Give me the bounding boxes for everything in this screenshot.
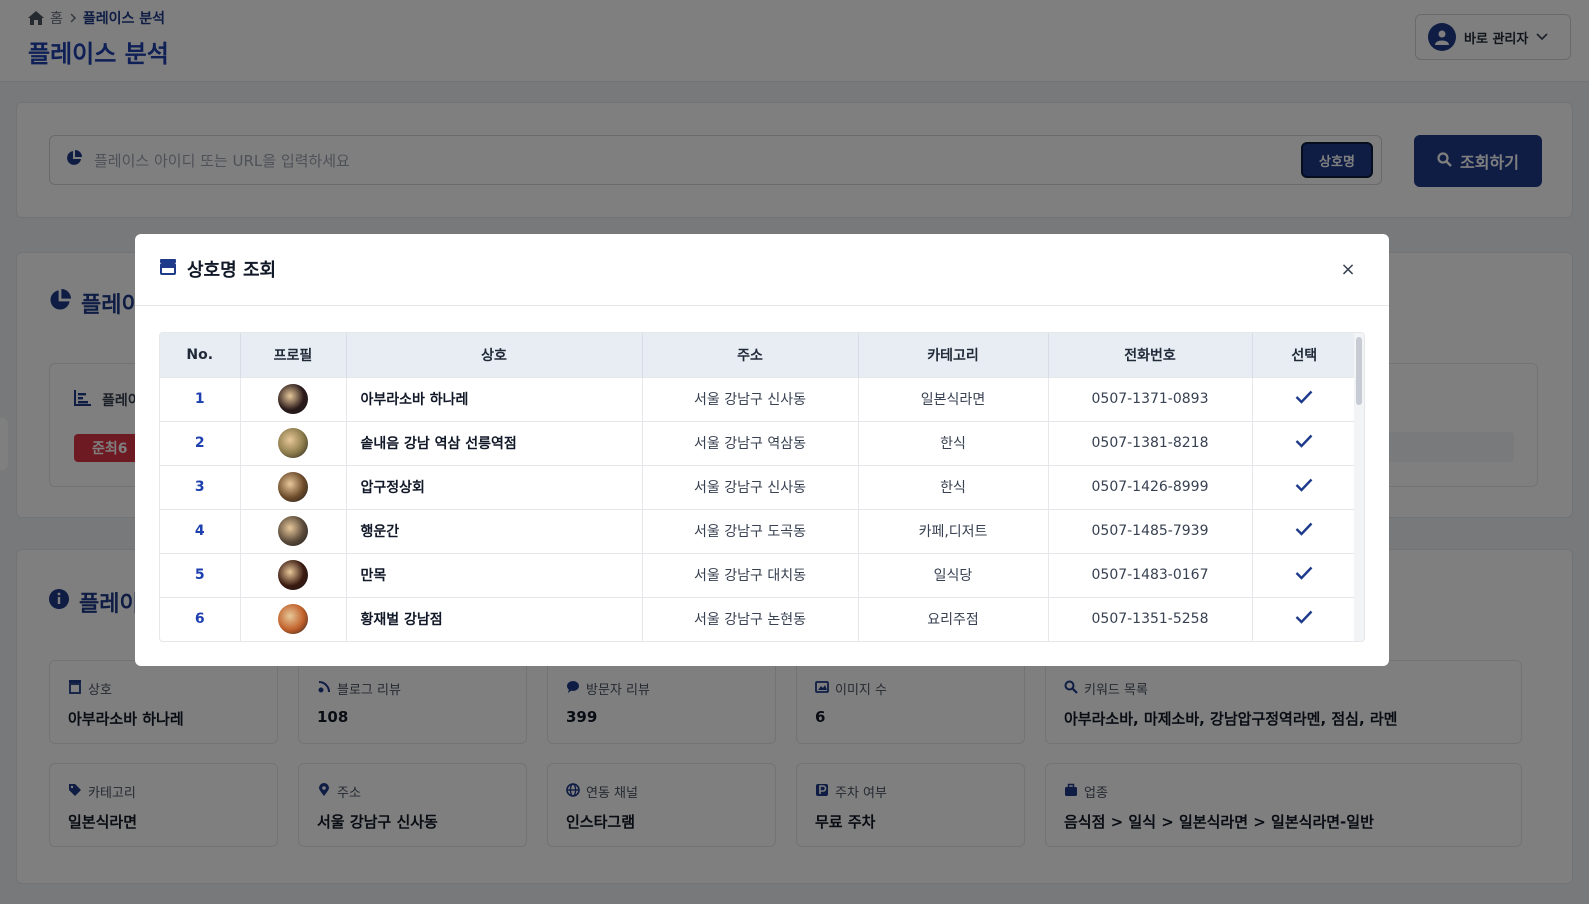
profile-thumbnail (278, 516, 308, 546)
select-cell (1252, 509, 1356, 553)
business-category: 일본식라면 (858, 377, 1049, 421)
check-icon[interactable] (1295, 434, 1313, 452)
table-body: 1 아부라소바 하나레 서울 강남구 신사동 일본식라면 0507-1371-0893 2… (160, 377, 1356, 641)
row-number: 4 (160, 509, 241, 553)
select-cell (1252, 377, 1356, 421)
table-row[interactable]: 6 황재벌 강남점 서울 강남구 논현동 요리주점 0507-1351-5258 (160, 597, 1356, 641)
row-number: 5 (160, 553, 241, 597)
store-icon (159, 258, 177, 280)
profile-thumbnail (278, 472, 308, 502)
select-cell (1252, 597, 1356, 641)
select-cell (1252, 421, 1356, 465)
col-header-phone: 전화번호 (1048, 333, 1253, 377)
table-row[interactable]: 1 아부라소바 하나레 서울 강남구 신사동 일본식라면 0507-1371-0893 (160, 377, 1356, 421)
col-header-no: No. (160, 333, 241, 377)
table-row[interactable]: 5 만목 서울 강남구 대치동 일식당 0507-1483-0167 (160, 553, 1356, 597)
business-search-modal: 상호명 조회 × No. 프로필 상호 주소 카테고리 전화번호 선택 1 아부라… (135, 234, 1389, 666)
business-category: 요리주점 (858, 597, 1049, 641)
profile-cell (240, 509, 347, 553)
business-address: 서울 강남구 논현동 (642, 597, 859, 641)
business-address: 서울 강남구 대치동 (642, 553, 859, 597)
business-name: 압구정상회 (346, 465, 643, 509)
profile-thumbnail (278, 384, 308, 414)
business-phone: 0507-1371-0893 (1048, 377, 1253, 421)
check-icon[interactable] (1295, 566, 1313, 584)
business-category: 한식 (858, 421, 1049, 465)
business-address: 서울 강남구 도곡동 (642, 509, 859, 553)
close-icon[interactable]: × (1337, 258, 1359, 280)
col-header-select: 선택 (1291, 347, 1318, 364)
modal-header: 상호명 조회 × (135, 234, 1389, 306)
check-icon[interactable] (1295, 522, 1313, 540)
select-cell (1252, 553, 1356, 597)
business-category: 한식 (858, 465, 1049, 509)
check-icon[interactable] (1295, 478, 1313, 496)
business-name: 솥내음 강남 역삼 선릉역점 (346, 421, 643, 465)
col-header-category: 카테고리 (858, 333, 1049, 377)
profile-cell (240, 377, 347, 421)
profile-thumbnail (278, 604, 308, 635)
scrollbar-thumb[interactable] (1356, 337, 1362, 405)
col-header-profile: 프로필 (240, 333, 347, 377)
table-header-row: No. 프로필 상호 주소 카테고리 전화번호 선택 (160, 333, 1356, 377)
business-name: 황재벌 강남점 (346, 597, 643, 641)
business-phone: 0507-1485-7939 (1048, 509, 1253, 553)
profile-cell (240, 421, 347, 465)
table-scrollbar[interactable] (1354, 333, 1364, 641)
check-icon[interactable] (1295, 610, 1313, 628)
business-category: 카페,디저트 (858, 509, 1049, 553)
business-name: 행운간 (346, 509, 643, 553)
business-phone: 0507-1351-5258 (1048, 597, 1253, 641)
select-cell (1252, 465, 1356, 509)
business-phone: 0507-1483-0167 (1048, 553, 1253, 597)
business-name: 만목 (346, 553, 643, 597)
modal-title-text: 상호명 조회 (187, 260, 277, 281)
results-table-container[interactable]: No. 프로필 상호 주소 카테고리 전화번호 선택 1 아부라소바 하나레 서울 … (159, 332, 1365, 642)
check-icon[interactable] (1295, 390, 1313, 408)
profile-cell (240, 553, 347, 597)
row-number: 2 (160, 421, 241, 465)
row-number: 6 (160, 597, 241, 641)
business-category: 일식당 (858, 553, 1049, 597)
business-phone: 0507-1426-8999 (1048, 465, 1253, 509)
business-address: 서울 강남구 역삼동 (642, 421, 859, 465)
col-header-address: 주소 (642, 333, 859, 377)
business-phone: 0507-1381-8218 (1048, 421, 1253, 465)
modal-title: 상호명 조회 (159, 256, 276, 282)
business-address: 서울 강남구 신사동 (642, 377, 859, 421)
col-header-name: 상호 (346, 333, 643, 377)
business-address: 서울 강남구 신사동 (642, 465, 859, 509)
results-table: No. 프로필 상호 주소 카테고리 전화번호 선택 1 아부라소바 하나레 서울 … (160, 333, 1356, 641)
profile-thumbnail (278, 428, 308, 458)
profile-thumbnail (278, 560, 308, 590)
business-name: 아부라소바 하나레 (346, 377, 643, 421)
profile-cell (240, 465, 347, 509)
table-row[interactable]: 4 행운간 서울 강남구 도곡동 카페,디저트 0507-1485-7939 (160, 509, 1356, 553)
row-number: 3 (160, 465, 241, 509)
table-row[interactable]: 3 압구정상회 서울 강남구 신사동 한식 0507-1426-8999 (160, 465, 1356, 509)
table-row[interactable]: 2 솥내음 강남 역삼 선릉역점 서울 강남구 역삼동 한식 0507-1381-821… (160, 421, 1356, 465)
profile-cell (240, 597, 347, 641)
row-number: 1 (160, 377, 241, 421)
